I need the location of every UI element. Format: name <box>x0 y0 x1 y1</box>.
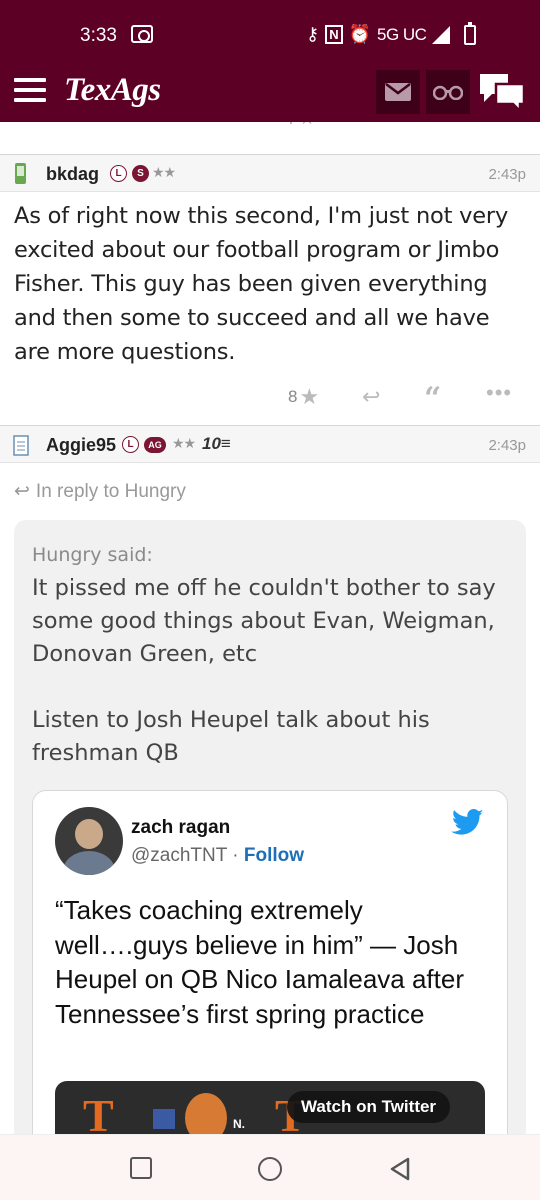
key-icon: ⚷ <box>306 24 320 44</box>
status-bar: 3:33 ⚷ N ⏰ 5G UC <box>0 0 540 72</box>
tweet-author-name[interactable]: zach ragan <box>131 817 230 839</box>
mail-icon <box>385 83 411 101</box>
star-count: 8 <box>288 387 298 406</box>
quote-block: Hungry said: It pissed me off he couldn'… <box>14 520 526 1171</box>
twitter-bird-icon[interactable] <box>451 809 485 837</box>
back-button[interactable] <box>388 1157 412 1181</box>
reply-arrow-icon: ↩ <box>14 481 30 502</box>
post-username[interactable]: bkdag <box>46 164 99 185</box>
quote-icon[interactable]: “ <box>424 381 441 416</box>
post-time[interactable]: 2:43p <box>488 437 526 454</box>
tweet-text: “Takes coaching extremely well….guys bel… <box>55 895 464 1029</box>
app-header: 3:33 ⚷ N ⏰ 5G UC TexAgs <box>0 0 540 122</box>
previous-reply-icon[interactable]: ↩ <box>355 122 370 129</box>
post-body: As of right now this second, I'm just no… <box>14 203 509 365</box>
reply-icon[interactable]: ↩ <box>362 384 380 410</box>
quote-text: It pissed me off he couldn't bother to s… <box>32 572 512 803</box>
previous-more-icon[interactable]: ••• <box>460 122 479 129</box>
messages-button[interactable] <box>376 70 420 114</box>
quote-attribution[interactable]: Hungry said: <box>32 544 153 566</box>
quote-paragraph: It pissed me off he couldn't bother to s… <box>32 575 496 667</box>
watch-on-twitter-button[interactable]: Watch on Twitter <box>287 1091 451 1123</box>
ten-year-badge: 10≡ <box>202 434 231 453</box>
post-header: Aggie95 L AG ★★ 10≡ 2:43p <box>0 425 540 463</box>
battery-icon <box>464 21 477 45</box>
alarm-icon: ⏰ <box>348 24 371 44</box>
license-badge: L <box>122 436 139 453</box>
site-logo[interactable]: TexAgs <box>64 72 161 109</box>
star-icon[interactable]: ★ <box>299 384 319 410</box>
separator: · <box>232 845 239 866</box>
signal-icon <box>432 25 451 44</box>
avatar[interactable] <box>55 807 123 875</box>
in-reply-link[interactable]: ↩ In reply to Hungry <box>14 480 186 503</box>
app-bar: TexAgs <box>0 70 540 122</box>
more-icon[interactable]: ••• <box>486 380 512 406</box>
license-badge: L <box>110 165 127 182</box>
post-username[interactable]: Aggie95 <box>46 435 116 456</box>
user-stars: ★★ <box>172 435 196 451</box>
flag-image <box>153 1109 175 1129</box>
phone-icon <box>15 163 26 184</box>
previous-quote-icon[interactable]: ❝ <box>410 122 420 129</box>
network-label: 5G UC <box>377 24 427 44</box>
chat-icon[interactable] <box>478 72 528 112</box>
previous-post-actions: 4 ★ ↩ ❝ ••• <box>0 122 540 154</box>
post-actions: 8 ★ ↩ “ ••• <box>288 380 511 416</box>
nfc-icon: N <box>325 25 343 44</box>
status-badge: S <box>132 165 149 182</box>
home-button[interactable] <box>258 1157 282 1181</box>
follow-button[interactable]: Follow <box>244 845 304 866</box>
menu-icon[interactable] <box>14 78 48 102</box>
notepad-icon <box>13 435 29 456</box>
media-caption: N. <box>233 1117 245 1131</box>
binoculars-icon <box>433 85 463 100</box>
recents-button[interactable] <box>130 1157 152 1179</box>
quote-paragraph: Listen to Josh Heupel talk about his fre… <box>32 707 430 766</box>
in-reply-label: In reply to Hungry <box>35 480 186 502</box>
screen-record-icon <box>131 25 153 43</box>
tweet-handle[interactable]: @zachTNT <box>131 845 227 866</box>
previous-star-count[interactable]: 4 ★ <box>284 122 315 129</box>
embedded-tweet[interactable]: zach ragan @zachTNT · Follow “Takes coac… <box>32 790 508 1171</box>
status-time: 3:33 <box>80 25 117 46</box>
post-time[interactable]: 2:43p <box>488 166 526 183</box>
watching-button[interactable] <box>426 70 470 114</box>
system-navigation-bar <box>0 1134 540 1200</box>
user-stars: ★★ <box>152 164 176 180</box>
status-icons: ⚷ N ⏰ 5G UC <box>306 21 477 45</box>
ag-badge: AG <box>144 437 166 453</box>
post-header: bkdag L S ★★ 2:43p <box>0 154 540 192</box>
tweet-handle-row: @zachTNT · Follow <box>131 845 304 867</box>
